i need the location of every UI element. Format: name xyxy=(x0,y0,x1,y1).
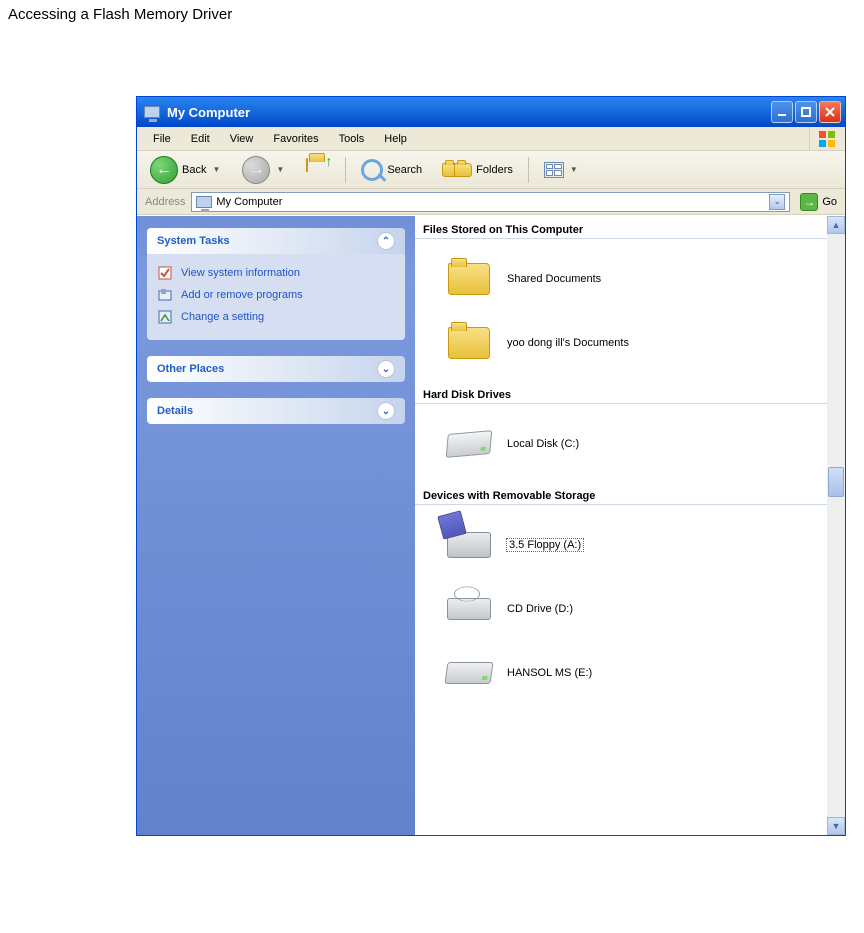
programs-icon xyxy=(157,287,173,303)
item-label: 3.5 Floppy (A:) xyxy=(507,539,583,551)
content-area: System Tasks ⌃ View system information xyxy=(137,215,845,835)
up-folder-icon xyxy=(306,159,330,181)
vertical-scrollbar[interactable]: ▲ ▼ xyxy=(827,216,845,835)
search-icon xyxy=(361,159,383,181)
task-view-system-info[interactable]: View system information xyxy=(157,262,395,284)
task-change-setting[interactable]: Change a setting xyxy=(157,306,395,328)
scroll-up-icon[interactable]: ▲ xyxy=(827,216,845,234)
my-computer-icon xyxy=(143,103,161,121)
drive-item[interactable]: Shared Documents xyxy=(415,247,827,311)
panel-header[interactable]: Other Places ⌄ xyxy=(147,356,405,382)
menu-view[interactable]: View xyxy=(220,131,264,147)
menu-help[interactable]: Help xyxy=(374,131,417,147)
group-header: Files Stored on This Computer xyxy=(415,220,827,239)
hard-disk-icon xyxy=(445,420,493,468)
drive-item[interactable]: 3.5 Floppy (A:) xyxy=(415,513,827,577)
main-pane: Files Stored on This Computer Shared Docu… xyxy=(415,216,845,835)
panel-title: System Tasks xyxy=(157,235,230,247)
folders-icon xyxy=(442,163,472,177)
toolbar: ← Back ▼ → ▼ Search Folders ▼ xyxy=(137,151,845,189)
cd-drive-icon xyxy=(445,585,493,633)
go-label: Go xyxy=(822,196,837,208)
drive-item[interactable]: Local Disk (C:) xyxy=(415,412,827,476)
panel-header[interactable]: Details ⌄ xyxy=(147,398,405,424)
back-dropdown-icon[interactable]: ▼ xyxy=(210,165,222,174)
folders-label: Folders xyxy=(476,164,513,176)
menu-favorites[interactable]: Favorites xyxy=(263,131,328,147)
back-label: Back xyxy=(182,164,206,176)
scroll-thumb[interactable] xyxy=(828,467,844,497)
views-button[interactable]: ▼ xyxy=(537,159,587,181)
drive-item[interactable]: yoo dong ill's Documents xyxy=(415,311,827,375)
panel-title: Details xyxy=(157,405,193,417)
group-header: Hard Disk Drives xyxy=(415,385,827,404)
folder-icon xyxy=(445,255,493,303)
menu-tools[interactable]: Tools xyxy=(329,131,375,147)
panel-header[interactable]: System Tasks ⌃ xyxy=(147,228,405,254)
forward-arrow-icon: → xyxy=(242,156,270,184)
panel-system-tasks: System Tasks ⌃ View system information xyxy=(147,228,405,340)
back-arrow-icon: ← xyxy=(150,156,178,184)
maximize-button[interactable] xyxy=(795,101,817,123)
toolbar-separator xyxy=(345,157,346,183)
task-label: View system information xyxy=(181,267,300,279)
address-input[interactable]: My Computer ⌄ xyxy=(191,192,790,212)
forward-button[interactable]: → ▼ xyxy=(235,153,293,187)
item-label: Local Disk (C:) xyxy=(507,438,579,450)
close-button[interactable] xyxy=(819,101,841,123)
folders-button[interactable]: Folders xyxy=(435,160,520,180)
drive-item[interactable]: HANSOL MS (E:) xyxy=(415,641,827,705)
address-dropdown-icon[interactable]: ⌄ xyxy=(769,194,785,210)
views-icon xyxy=(544,162,564,178)
my-computer-icon xyxy=(196,196,212,208)
address-bar: Address My Computer ⌄ → Go xyxy=(137,189,845,215)
windows-flag-icon[interactable] xyxy=(809,127,843,150)
back-button[interactable]: ← Back ▼ xyxy=(143,153,229,187)
group-header: Devices with Removable Storage xyxy=(415,486,827,505)
panel-other-places: Other Places ⌄ xyxy=(147,356,405,382)
menu-edit[interactable]: Edit xyxy=(181,131,220,147)
item-label: Shared Documents xyxy=(507,273,601,285)
drive-item[interactable]: CD Drive (D:) xyxy=(415,577,827,641)
up-button[interactable] xyxy=(299,156,337,184)
minimize-button[interactable] xyxy=(771,101,793,123)
task-pane: System Tasks ⌃ View system information xyxy=(137,216,415,835)
search-button[interactable]: Search xyxy=(354,156,429,184)
item-label: CD Drive (D:) xyxy=(507,603,573,615)
info-icon xyxy=(157,265,173,281)
task-add-remove-programs[interactable]: Add or remove programs xyxy=(157,284,395,306)
chevron-down-icon[interactable]: ⌄ xyxy=(377,360,395,378)
chevron-down-icon[interactable]: ⌄ xyxy=(377,402,395,420)
menu-file[interactable]: File xyxy=(143,131,181,147)
panel-title: Other Places xyxy=(157,363,224,375)
address-value: My Computer xyxy=(216,196,282,208)
settings-icon xyxy=(157,309,173,325)
go-arrow-icon: → xyxy=(800,193,818,211)
panel-details: Details ⌄ xyxy=(147,398,405,424)
toolbar-separator xyxy=(528,157,529,183)
floppy-drive-icon xyxy=(445,521,493,569)
go-button[interactable]: → Go xyxy=(796,192,841,212)
window-title: My Computer xyxy=(167,105,250,120)
external-drive-icon xyxy=(445,649,493,697)
task-label: Change a setting xyxy=(181,311,264,323)
explorer-window: My Computer File Edit View Favorites Too… xyxy=(136,96,846,836)
titlebar[interactable]: My Computer xyxy=(137,97,845,127)
folder-icon xyxy=(445,319,493,367)
address-label: Address xyxy=(145,196,185,208)
chevron-up-icon[interactable]: ⌃ xyxy=(377,232,395,250)
task-label: Add or remove programs xyxy=(181,289,303,301)
menu-bar: File Edit View Favorites Tools Help xyxy=(137,127,845,151)
views-dropdown-icon[interactable]: ▼ xyxy=(568,165,580,174)
item-label: yoo dong ill's Documents xyxy=(507,337,629,349)
item-label: HANSOL MS (E:) xyxy=(507,667,592,679)
forward-dropdown-icon[interactable]: ▼ xyxy=(274,165,286,174)
scroll-track[interactable] xyxy=(827,234,845,817)
search-label: Search xyxy=(387,164,422,176)
scroll-down-icon[interactable]: ▼ xyxy=(827,817,845,835)
page-heading: Accessing a Flash Memory Driver xyxy=(0,0,864,29)
